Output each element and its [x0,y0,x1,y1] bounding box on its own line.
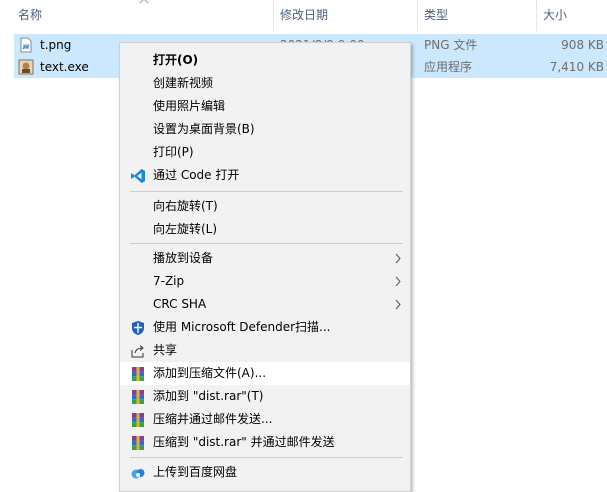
menu-item-label: 向左旋转(L) [153,222,218,236]
vscode-icon [131,169,145,183]
menu-item-upload-baidu[interactable]: 上传到百度网盘 [120,461,410,484]
menu-item-edit-photos[interactable]: 使用照片编辑 [120,95,410,118]
menu-item-crc-sha[interactable]: CRC SHA [120,293,410,316]
file-name: t.png [40,38,72,52]
menu-item-label: 使用 Microsoft Defender扫描... [153,320,331,334]
menu-item-rotate-left[interactable]: 向左旋转(L) [120,218,410,241]
menu-item-open[interactable]: 打开(O) [120,49,410,72]
menu-item-add-to-archive[interactable]: 添加到压缩文件(A)... [120,362,410,385]
menu-item-share[interactable]: 共享 [120,339,410,362]
chevron-right-icon [395,299,401,310]
menu-item-7zip[interactable]: 7-Zip [120,270,410,293]
context-menu: 打开(O) 创建新视频 使用照片编辑 设置为桌面背景(B) 打印(P) 通过 C… [119,42,411,492]
file-size: 7,410 KB [549,60,604,74]
menu-item-label: 7-Zip [153,274,185,288]
winrar-icon [132,436,144,450]
file-type: PNG 文件 [424,38,478,52]
menu-item-label: 创建新视频 [153,76,214,90]
winrar-icon [132,367,144,381]
menu-item-create-video[interactable]: 创建新视频 [120,72,410,95]
menu-item-label: 向右旋转(T) [153,199,218,213]
menu-item-label: 压缩并通过邮件发送... [153,412,273,426]
menu-item-label: 使用照片编辑 [153,99,226,113]
menu-item-label: 打印(P) [153,145,194,159]
menu-item-cast-to-device[interactable]: 播放到设备 [120,247,410,270]
column-header: 名称 修改日期 类型 大小 [0,0,607,31]
menu-separator [130,243,403,244]
column-type[interactable]: 类型 [418,0,536,31]
file-type: 应用程序 [424,60,473,74]
share-icon [131,345,144,358]
column-size[interactable]: 大小 [537,0,607,31]
column-date-modified[interactable]: 修改日期 [274,0,417,31]
defender-shield-icon [132,321,144,335]
menu-item-open-with-code[interactable]: 通过 Code 打开 [120,164,410,187]
menu-item-label: 设置为桌面背景(B) [153,122,255,136]
menu-item-rotate-right[interactable]: 向右旋转(T) [120,195,410,218]
menu-item-print[interactable]: 打印(P) [120,141,410,164]
menu-item-label: 上传到百度网盘 [153,465,238,479]
menu-item-compress-dist-and-email[interactable]: 压缩到 "dist.rar" 并通过邮件发送 [120,431,410,454]
menu-item-label: 添加到 "dist.rar"(T) [153,389,264,403]
menu-item-label: 通过 Code 打开 [153,168,240,182]
chevron-right-icon [395,253,401,264]
menu-item-compress-and-email[interactable]: 压缩并通过邮件发送... [120,408,410,431]
file-size: 908 KB [561,38,604,52]
baidu-netdisk-icon [131,469,145,479]
file-name: text.exe [40,60,89,74]
menu-item-label: 共享 [153,343,178,357]
menu-separator [130,191,403,192]
menu-item-add-to-dist-rar[interactable]: 添加到 "dist.rar"(T) [120,385,410,408]
winrar-icon [132,413,144,427]
menu-item-set-wallpaper[interactable]: 设置为桌面背景(B) [120,118,410,141]
menu-item-label: CRC SHA [153,297,207,311]
column-name[interactable]: 名称 [12,0,272,31]
menu-item-label: 压缩到 "dist.rar" 并通过邮件发送 [153,435,335,449]
image-file-icon [20,37,32,53]
menu-separator [130,457,403,458]
winrar-icon [132,390,144,404]
menu-item-label: 添加到压缩文件(A)... [153,366,267,380]
chevron-right-icon [395,276,401,287]
menu-item-label: 打开(O) [153,53,199,67]
menu-item-defender-scan[interactable]: 使用 Microsoft Defender扫描... [120,316,410,339]
menu-item-label: 播放到设备 [153,251,214,265]
exe-file-icon [18,59,34,75]
